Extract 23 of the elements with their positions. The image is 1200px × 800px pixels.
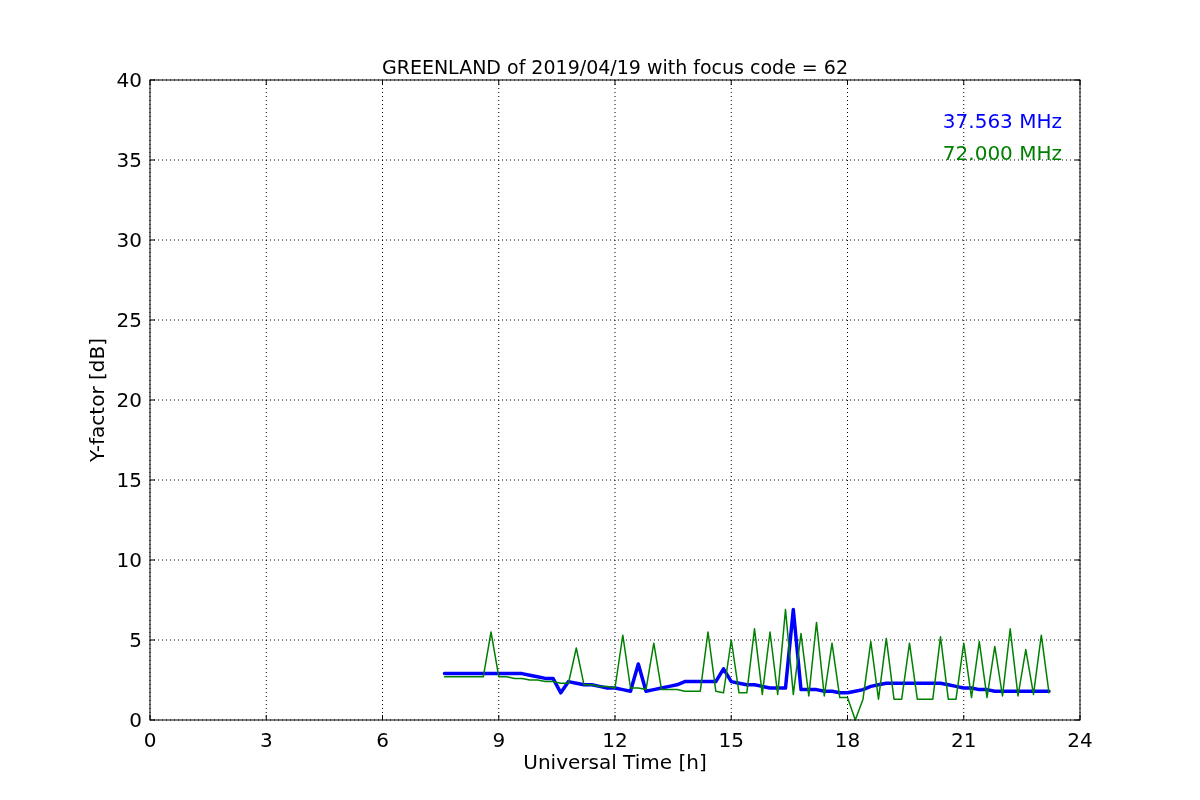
axis-label: Y-factor [dB] <box>85 338 109 462</box>
tick-label: 10 <box>116 548 142 572</box>
tick-label: 0 <box>129 708 142 732</box>
legend-label: 72.000 MHz <box>942 141 1062 165</box>
tick-label: 18 <box>834 728 861 752</box>
axis-label: Universal Time [h] <box>523 750 707 774</box>
tick-label: 0 <box>143 728 157 752</box>
tick-label: 5 <box>129 628 142 652</box>
tick-label: 9 <box>492 728 506 752</box>
tick-label: 15 <box>116 468 142 492</box>
tick-label: 15 <box>718 728 744 752</box>
tick-label: 25 <box>116 308 142 332</box>
tick-label: 30 <box>116 228 142 252</box>
tick-label: 21 <box>951 728 977 752</box>
chart-title: GREENLAND of 2019/04/19 with focus code = 62 <box>382 56 848 78</box>
tick-label: 12 <box>602 728 628 752</box>
tick-label: 24 <box>1067 728 1093 752</box>
tick-label: 3 <box>259 728 273 752</box>
tick-label: 6 <box>376 728 389 752</box>
tick-label: 35 <box>116 148 142 172</box>
tick-label: 20 <box>116 388 142 412</box>
tick-label: 40 <box>116 68 142 92</box>
legend-label: 37.563 MHz <box>942 109 1062 133</box>
